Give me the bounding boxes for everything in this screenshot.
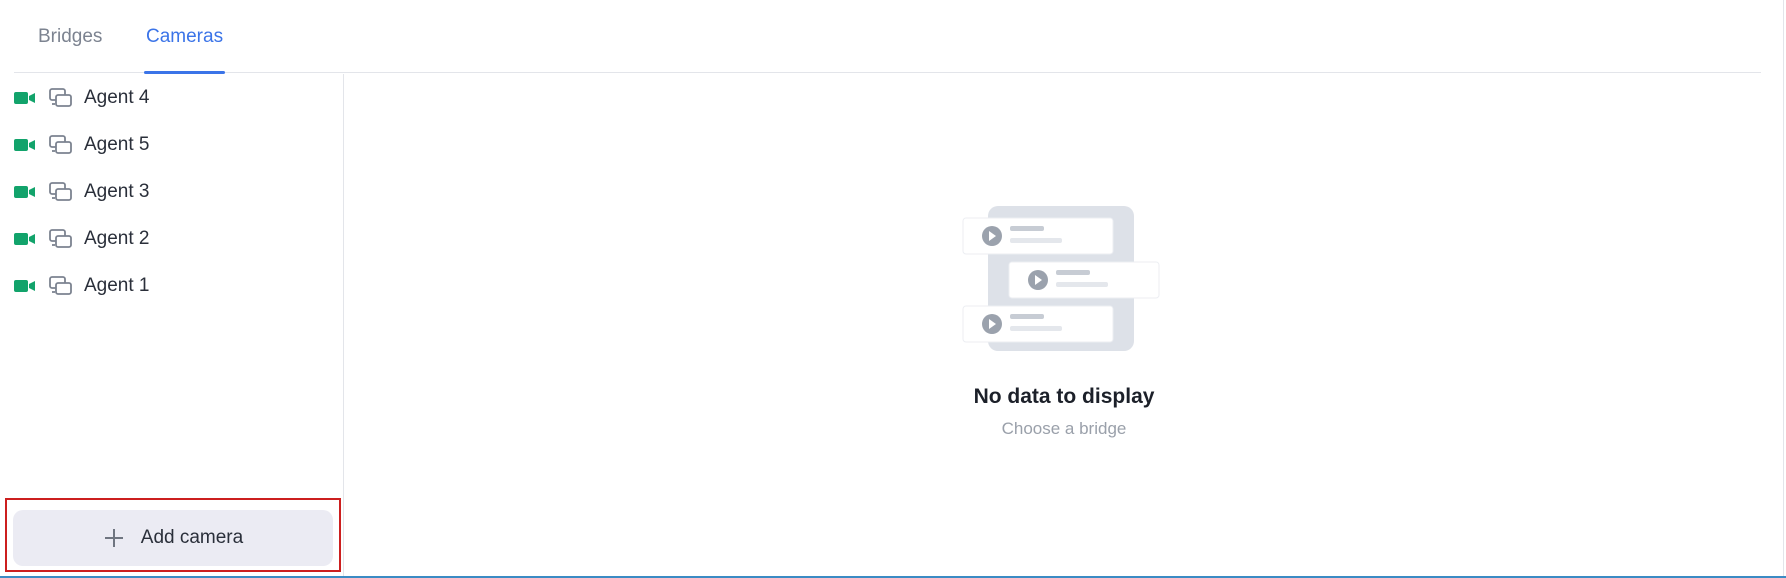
list-item[interactable]: Agent 3 [14, 168, 343, 215]
agent-devices-icon [49, 228, 72, 248]
tab-cameras[interactable]: Cameras [144, 0, 226, 74]
video-camera-icon [14, 232, 35, 245]
add-camera-button[interactable]: Add camera [13, 510, 333, 566]
video-camera-icon [14, 185, 35, 198]
list-item-label: Agent 5 [84, 133, 150, 155]
camera-list: Agent 4 Agent 5 Agent 3 Agent 2 Agent 1 [14, 74, 343, 309]
empty-state-subtitle: Choose a bridge [1001, 419, 1127, 438]
list-item[interactable]: Agent 2 [14, 215, 343, 262]
plus-icon [104, 529, 123, 547]
agent-devices-icon [49, 134, 72, 154]
list-item[interactable]: Agent 4 [14, 74, 343, 121]
video-camera-icon [14, 91, 35, 104]
agent-devices-icon [49, 87, 72, 107]
list-item[interactable]: Agent 1 [14, 262, 343, 309]
list-item[interactable]: Agent 5 [14, 121, 343, 168]
agent-devices-icon [49, 181, 72, 201]
main-panel: No data to display Choose a bridge [345, 74, 1783, 576]
camera-sidebar: Agent 4 Agent 5 Agent 3 Agent 2 Agent 1 … [0, 74, 344, 578]
tab-bar: Bridges Cameras [14, 0, 1761, 74]
scrollbar-track [1783, 0, 1784, 578]
empty-state-title: No data to display [973, 385, 1155, 408]
add-camera-label: Add camera [140, 527, 244, 548]
list-item-label: Agent 3 [84, 180, 150, 202]
video-camera-icon [14, 279, 35, 292]
video-camera-icon [14, 138, 35, 151]
list-item-label: Agent 1 [84, 274, 150, 296]
list-item-label: Agent 2 [84, 227, 150, 249]
video-list-illustration [962, 206, 1160, 351]
agent-devices-icon [49, 275, 72, 295]
list-item-label: Agent 4 [84, 86, 150, 108]
add-camera-highlight: Add camera [5, 498, 341, 572]
tab-bridges[interactable]: Bridges [36, 0, 104, 73]
